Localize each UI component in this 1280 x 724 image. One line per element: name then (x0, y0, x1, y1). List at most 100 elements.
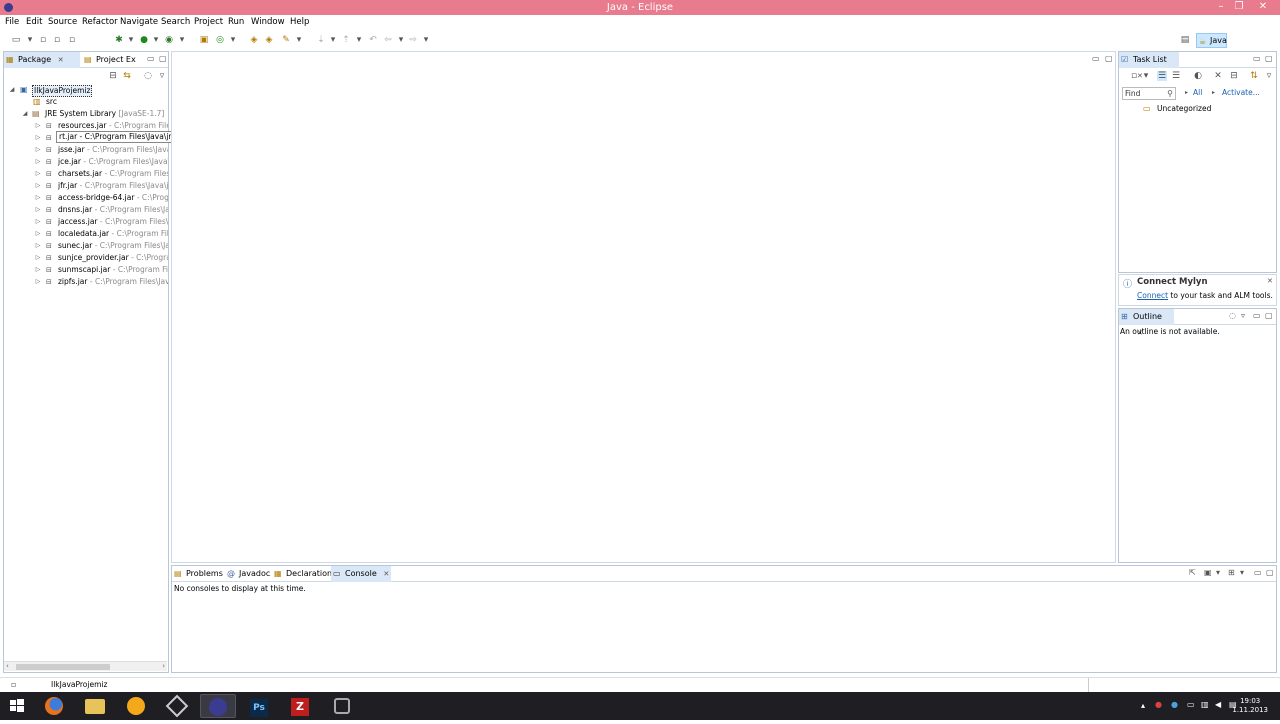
view-menu-icon[interactable]: ▿ (1241, 311, 1245, 320)
new-task-icon[interactable]: ▫ (1129, 71, 1139, 81)
dropdown-arrow-icon[interactable]: ▾ (421, 35, 431, 45)
next-annotation-icon[interactable]: ⇣ (316, 35, 326, 45)
tab-project-explorer[interactable]: ▤ Project Ex (82, 52, 142, 68)
search-icon[interactable]: ✎ (281, 35, 291, 45)
new-icon[interactable]: ▭ (11, 35, 21, 45)
minimize-view-icon[interactable]: ▭ (147, 54, 155, 63)
collapsed-arrow-icon[interactable]: ▷ (34, 144, 42, 156)
show-hidden-icons[interactable]: ▴ (1141, 701, 1145, 710)
view-menu-icon[interactable]: ▿ (1264, 71, 1274, 81)
activate-link[interactable]: Activate... (1222, 88, 1260, 97)
menu-help[interactable]: Help (290, 17, 309, 27)
view-menu-icon[interactable]: ▿ (157, 71, 167, 81)
tree-jar-row[interactable]: ▷ ⊟ zipfs.jar - C:\Program Files\Java (8, 276, 168, 288)
new-package-icon[interactable]: ▣ (199, 35, 209, 45)
tree-jar-row[interactable]: ▷ ⊟ jaccess.jar - C:\Program Files\J (8, 216, 168, 228)
dropdown-arrow-icon[interactable]: ▾ (25, 35, 35, 45)
scheduled-icon[interactable]: ☰ (1171, 71, 1181, 81)
dropdown-arrow-icon[interactable]: ▾ (1216, 568, 1220, 577)
dropdown-arrow-icon[interactable]: ▾ (151, 35, 161, 45)
open-type-icon[interactable]: ◈ (249, 35, 259, 45)
focus-icon[interactable]: ◌ (143, 71, 153, 81)
dropdown-arrow-icon[interactable]: ▾ (1141, 71, 1151, 81)
focus-icon[interactable]: ◌ (1229, 311, 1236, 320)
scroll-left-icon[interactable]: ‹ (6, 662, 9, 670)
minimize-view-icon[interactable]: ▭ (1254, 568, 1262, 577)
task-category-row[interactable]: ▭ Uncategorized (1143, 103, 1253, 115)
close-window-button[interactable]: ✕ (1250, 0, 1276, 15)
menu-run[interactable]: Run (228, 17, 244, 27)
forward-icon[interactable]: ⇨ (408, 35, 418, 45)
debug-icon[interactable]: ✱ (114, 35, 124, 45)
volume-icon[interactable]: ◀ (1215, 700, 1221, 709)
maximize-view-icon[interactable]: ▢ (1266, 568, 1274, 577)
collapsed-arrow-icon[interactable]: ▷ (34, 264, 42, 276)
link-with-editor-icon[interactable]: ⇆ (122, 71, 132, 81)
menu-edit[interactable]: Edit (26, 17, 42, 27)
collapsed-arrow-icon[interactable]: ▷ (34, 228, 42, 240)
horizontal-scrollbar[interactable]: ‹ › (4, 661, 167, 671)
open-console-icon[interactable]: ⊞ (1228, 568, 1235, 577)
new-class-icon[interactable]: ◎ (215, 35, 225, 45)
maximize-view-icon[interactable]: ▢ (159, 54, 167, 63)
tree-jar-row[interactable]: ▷ ⊟ charsets.jar - C:\Program Files\ (8, 168, 168, 180)
network-icon[interactable]: ▥ (1201, 700, 1209, 709)
clock[interactable]: 19:03 1.11.2013 (1232, 697, 1268, 715)
collapsed-arrow-icon[interactable]: ▷ (34, 168, 42, 180)
connect-link[interactable]: Connect (1137, 291, 1168, 300)
tray-device-icon[interactable]: ▭ (1187, 700, 1195, 709)
dropdown-arrow-icon[interactable]: ▾ (228, 35, 238, 45)
collapsed-arrow-icon[interactable]: ▷ (34, 132, 42, 144)
menu-project[interactable]: Project (194, 17, 223, 27)
categorized-icon[interactable]: ☰ (1157, 71, 1167, 81)
display-console-icon[interactable]: ▣ (1204, 568, 1212, 577)
collapsed-arrow-icon[interactable]: ▷ (34, 156, 42, 168)
synchronize-icon[interactable]: ⇅ (1249, 71, 1259, 81)
tree-src-folder[interactable]: ▥ src (8, 96, 168, 108)
minimize-view-icon[interactable]: ▭ (1253, 311, 1261, 320)
close-icon[interactable]: ✕ (1267, 277, 1273, 285)
tab-problems[interactable]: ▤ Problems (172, 566, 224, 582)
close-tab-icon[interactable]: ✕ (58, 56, 64, 64)
start-button[interactable] (0, 694, 34, 718)
tree-jre-library[interactable]: ◢ ▤ JRE System Library [JavaSE-1.7] (8, 108, 168, 120)
open-perspective-icon[interactable]: ▤ (1180, 35, 1190, 45)
tree-jar-row[interactable]: ▷ ⊟ jsse.jar - C:\Program Files\Java (8, 144, 168, 156)
scrollbar-thumb[interactable] (16, 664, 110, 670)
pin-console-icon[interactable]: ⇱ (1189, 568, 1196, 577)
dropdown-arrow-icon[interactable]: ▾ (396, 35, 406, 45)
collapsed-arrow-icon[interactable]: ▷ (34, 240, 42, 252)
collapse-all-icon[interactable]: ⊟ (108, 71, 118, 81)
tray-app-icon[interactable]: ● (1155, 700, 1162, 709)
tab-outline[interactable]: ⊞ Outline ✕ (1119, 309, 1174, 337)
eclipse-taskbar-icon[interactable] (200, 694, 236, 718)
tool-taskbar-icon[interactable] (324, 694, 360, 718)
maximize-view-icon[interactable]: ▢ (1265, 54, 1273, 63)
collapsed-arrow-icon[interactable]: ▷ (34, 276, 42, 288)
tab-javadoc[interactable]: @ Javadoc (225, 566, 271, 582)
collapsed-arrow-icon[interactable]: ▷ (34, 120, 42, 132)
menu-refactor[interactable]: Refactor (82, 17, 118, 27)
run-icon[interactable]: ● (139, 35, 149, 45)
menu-source[interactable]: Source (48, 17, 77, 27)
expanded-arrow-icon[interactable]: ◢ (21, 108, 29, 120)
minimize-button[interactable]: – (1214, 0, 1228, 15)
tree-jar-row[interactable]: ▷ ⊟ localedata.jar - C:\Program File (8, 228, 168, 240)
dropdown-arrow-icon[interactable]: ▾ (354, 35, 364, 45)
java-perspective-button[interactable]: ☕ Java (1196, 33, 1227, 48)
menu-search[interactable]: Search (161, 17, 190, 27)
minimize-view-icon[interactable]: ▭ (1253, 54, 1261, 63)
collapsed-arrow-icon[interactable]: ▷ (34, 192, 42, 204)
scroll-right-icon[interactable]: › (162, 662, 165, 670)
restore-button[interactable]: ❐ (1232, 0, 1246, 15)
dropdown-arrow-icon[interactable]: ▾ (126, 35, 136, 45)
filezilla-taskbar-icon[interactable]: Z (282, 694, 318, 718)
search-icon[interactable]: ⚲ (1167, 88, 1173, 99)
app-taskbar-icon[interactable] (159, 694, 195, 718)
tray-skype-icon[interactable]: ● (1171, 700, 1178, 709)
all-link[interactable]: All (1193, 88, 1202, 97)
dropdown-arrow-icon[interactable]: ▾ (177, 35, 187, 45)
tree-project[interactable]: ◢ ▣ IlkJavaProjemiz (8, 84, 168, 97)
tree-jar-row[interactable]: ▷ ⊟ jce.jar - C:\Program Files\Java\ (8, 156, 168, 168)
close-tab-icon[interactable]: ✕ (383, 570, 389, 578)
